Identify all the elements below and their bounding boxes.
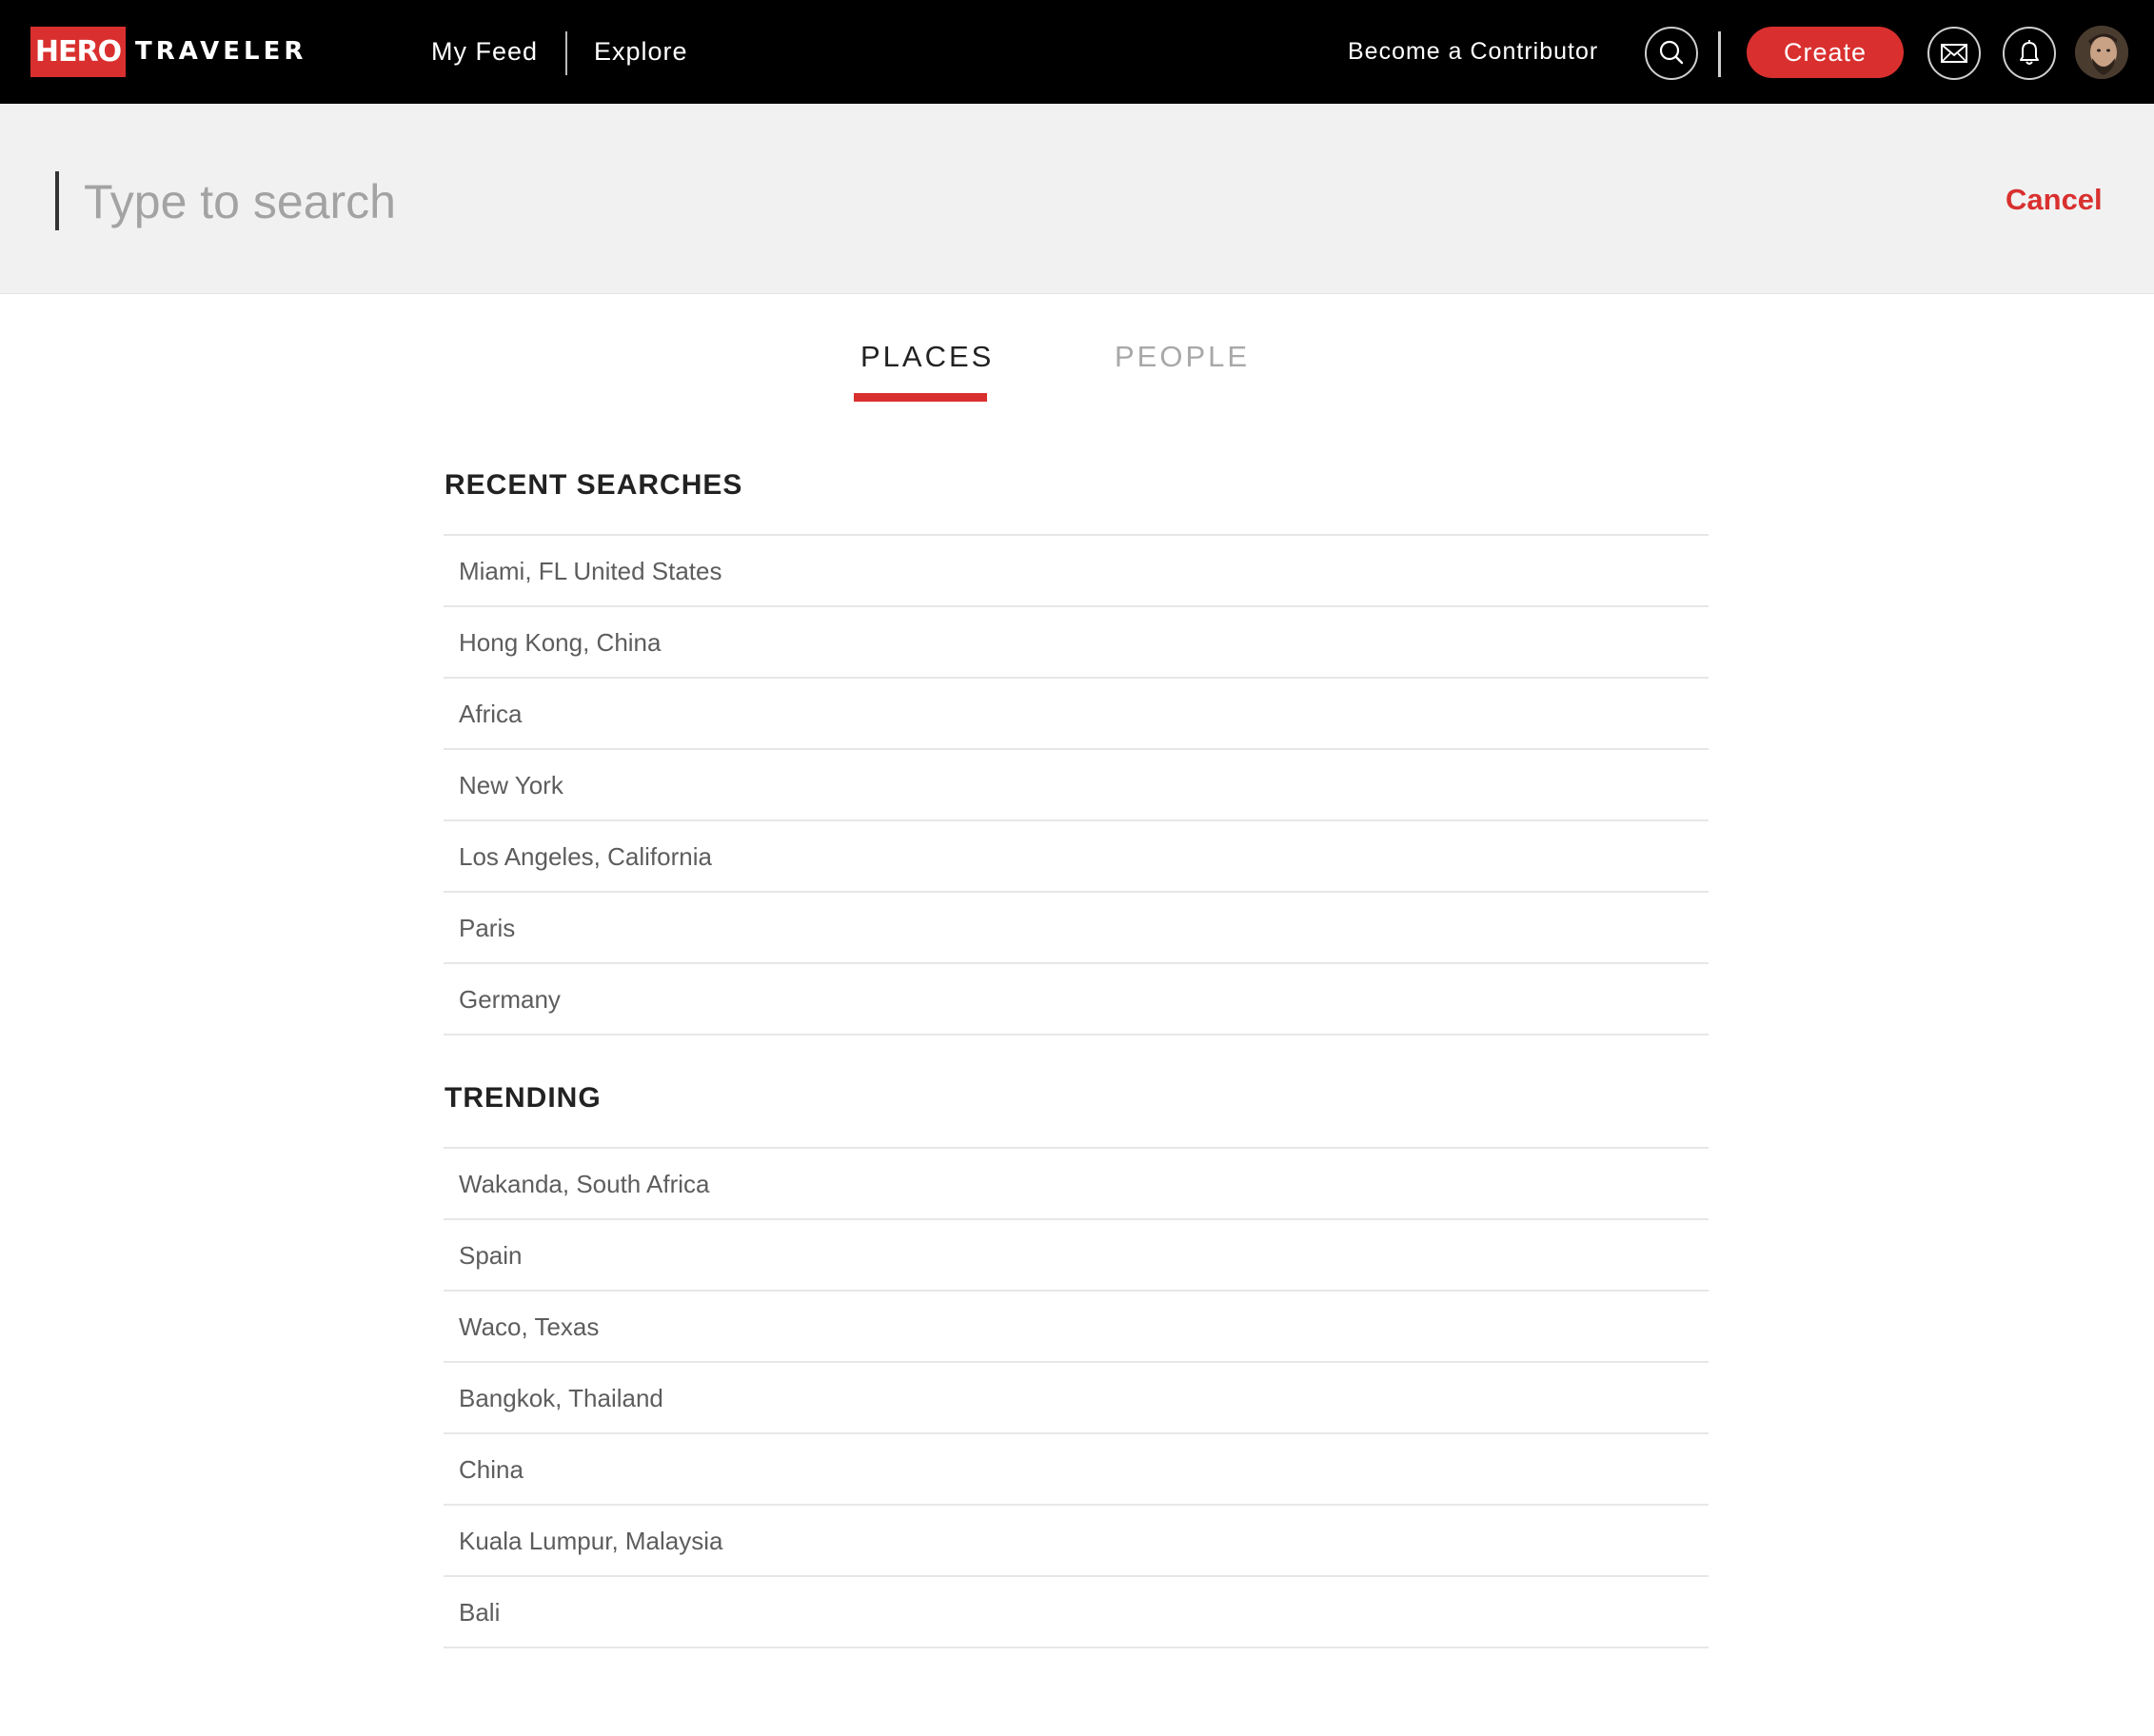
recent-searches-heading: RECENT SEARCHES [445, 469, 743, 501]
logo-traveler-wordmark[interactable]: TRAVELER [135, 27, 306, 77]
trending-item[interactable]: Wakanda, South Africa [444, 1149, 1709, 1220]
search-input[interactable] [84, 168, 1797, 235]
recent-search-item[interactable]: New York [444, 750, 1709, 821]
mail-icon [1941, 44, 1967, 63]
trending-list: Wakanda, South Africa Spain Waco, Texas … [444, 1147, 1709, 1648]
trending-item[interactable]: Kuala Lumpur, Malaysia [444, 1506, 1709, 1577]
nav-explore[interactable]: Explore [594, 27, 688, 77]
notifications-button[interactable] [2003, 27, 2056, 80]
active-tab-indicator [854, 393, 987, 402]
logo-hero-mark[interactable]: HERO [30, 27, 126, 77]
trending-item[interactable]: China [444, 1434, 1709, 1506]
recent-search-item[interactable]: Hong Kong, China [444, 607, 1709, 679]
recent-search-item[interactable]: Africa [444, 679, 1709, 750]
recent-search-item[interactable]: Germany [444, 964, 1709, 1036]
user-avatar[interactable] [2075, 26, 2128, 79]
nav-my-feed[interactable]: My Feed [431, 27, 538, 77]
search-icon [1659, 40, 1684, 65]
recent-searches-list: Miami, FL United States Hong Kong, China… [444, 534, 1709, 1036]
trending-item[interactable]: Spain [444, 1220, 1709, 1292]
bell-icon [2020, 40, 2039, 65]
recent-search-item[interactable]: Paris [444, 893, 1709, 964]
tab-people[interactable]: PEOPLE [1115, 340, 1250, 374]
avatar-image [2075, 26, 2128, 79]
trending-item[interactable]: Bali [444, 1577, 1709, 1648]
top-navigation-bar: HERO TRAVELER My Feed Explore Become a C… [0, 0, 2154, 104]
recent-search-item[interactable]: Miami, FL United States [444, 536, 1709, 607]
become-contributor-link[interactable]: Become a Contributor [1348, 27, 1598, 77]
trending-item[interactable]: Waco, Texas [444, 1292, 1709, 1363]
nav-divider [565, 31, 567, 75]
recent-search-item[interactable]: Los Angeles, California [444, 821, 1709, 893]
tab-places[interactable]: PLACES [860, 340, 994, 374]
cancel-button[interactable]: Cancel [2006, 183, 2103, 217]
trending-heading: TRENDING [445, 1082, 602, 1114]
search-divider [1718, 31, 1721, 77]
messages-button[interactable] [1927, 27, 1981, 80]
create-button[interactable]: Create [1747, 27, 1904, 78]
text-cursor [55, 171, 59, 230]
search-bar: Cancel [0, 104, 2154, 294]
search-button[interactable] [1645, 27, 1698, 80]
trending-item[interactable]: Bangkok, Thailand [444, 1363, 1709, 1434]
